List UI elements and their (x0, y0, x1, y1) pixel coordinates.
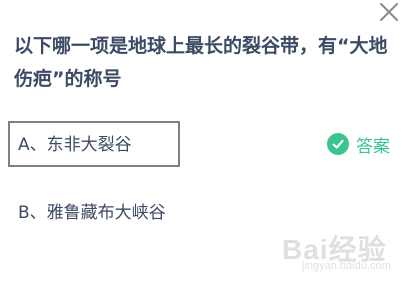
watermark-url: jingyan.baidu.com (302, 260, 391, 272)
option-b-label: B、雅鲁藏布大峡谷 (18, 203, 166, 223)
check-circle-icon (327, 133, 349, 155)
answer-label: 答案 (356, 136, 390, 157)
close-button[interactable] (376, 0, 402, 26)
watermark: Bai经验 jingyan.baidu.com (282, 226, 402, 278)
question-text: 以下哪一项是地球上最长的裂谷带，有“大地伤疤”的称号 (14, 35, 388, 90)
option-b[interactable]: B、雅鲁藏布大峡谷 (8, 189, 180, 235)
option-a-label: A、东非大裂谷 (18, 135, 132, 155)
answer-tag: 答案 (327, 131, 390, 157)
option-a[interactable]: A、东非大裂谷 (8, 121, 180, 167)
close-icon (380, 3, 398, 21)
